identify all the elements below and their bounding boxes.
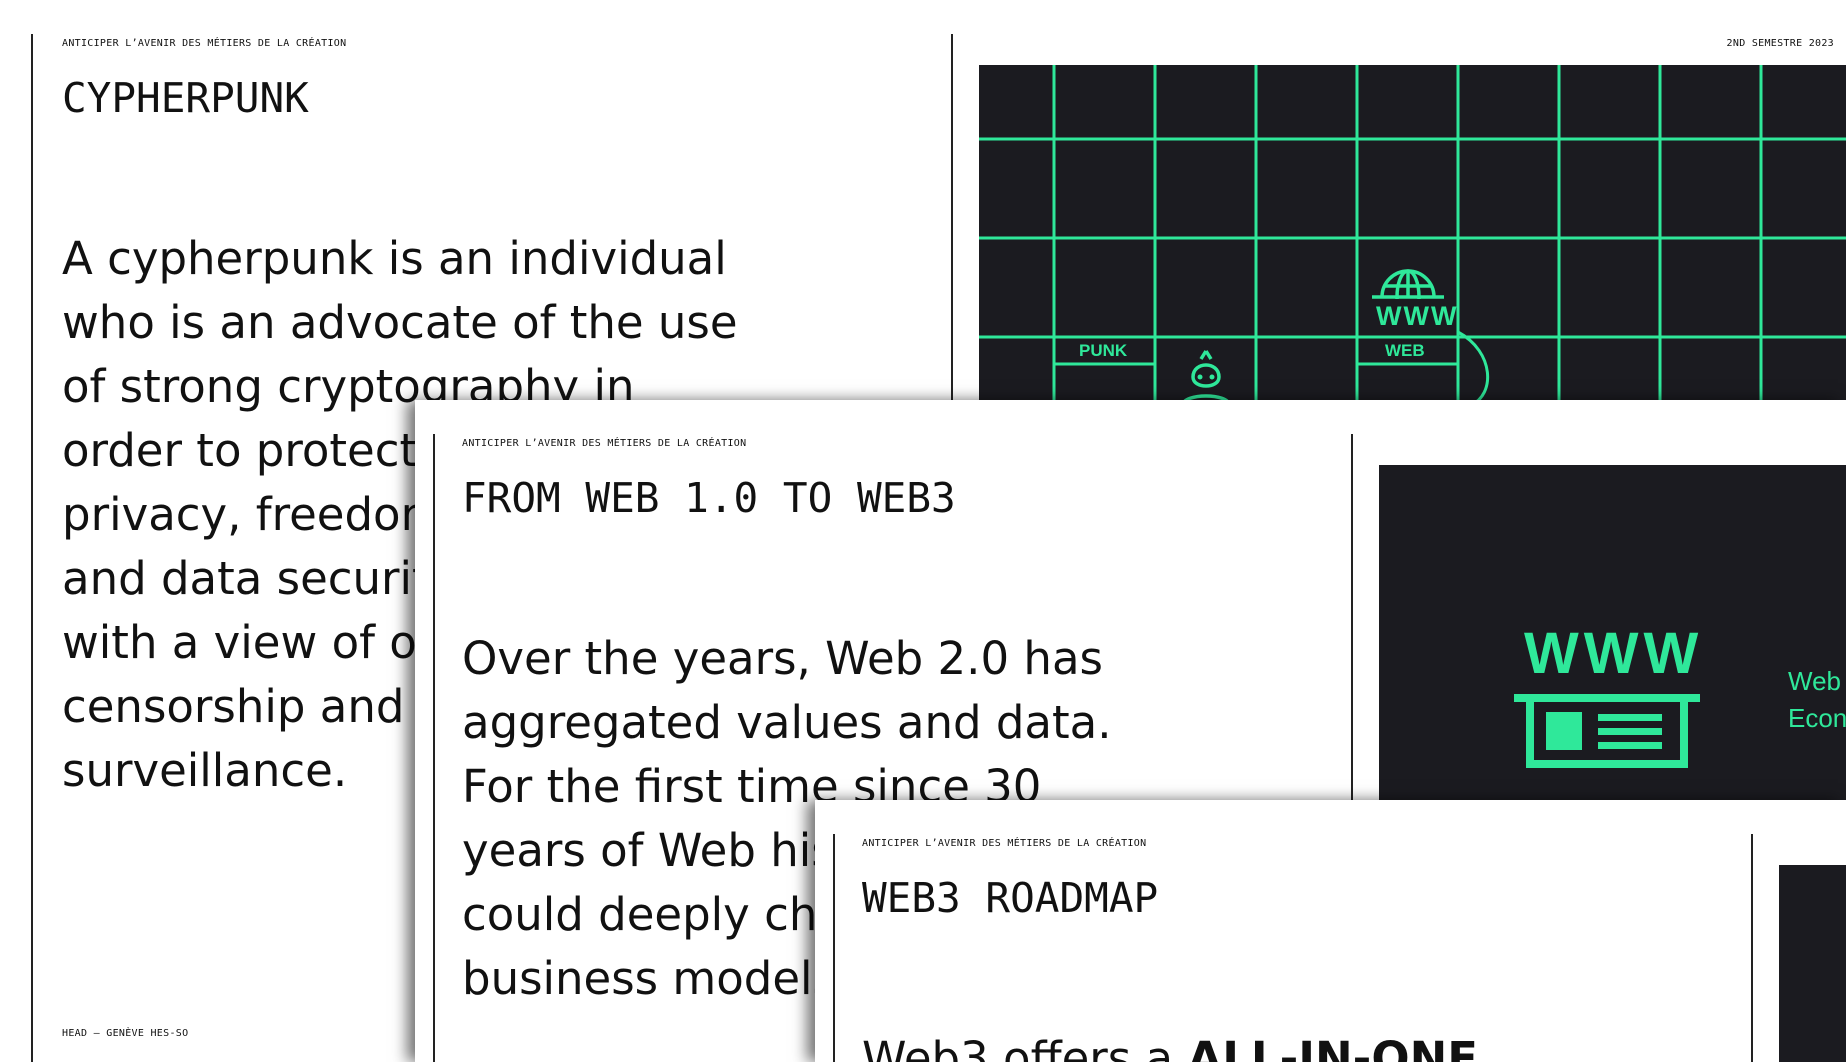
cypherpunk-illustration: WWW PUNK WEB — [979, 65, 1846, 405]
slide-left-rule — [31, 34, 33, 1062]
slide-title: FROM WEB 1.0 TO WEB3 — [462, 474, 956, 522]
caption-line: Econ — [1788, 703, 1846, 733]
web-illustration: WWW Web Econ — [1379, 465, 1846, 805]
slide-title: WEB3 ROADMAP — [862, 874, 1159, 922]
www-label: WWW — [1524, 621, 1704, 686]
slide-header-left: ANTICIPER L’AVENIR DES MÉTIERS DE LA CRÉ… — [462, 438, 747, 449]
globe-icon — [1372, 269, 1444, 299]
body-line: aggregated values and data. — [462, 696, 1112, 749]
slide-footer: HEAD – GENÈVE HES-SO — [62, 1028, 189, 1039]
slide-header-left: ANTICIPER L’AVENIR DES MÉTIERS DE LA CRÉ… — [862, 838, 1147, 849]
slide-header-left: ANTICIPER L’AVENIR DES MÉTIERS DE LA CRÉ… — [62, 38, 347, 49]
punk-label: PUNK — [1079, 341, 1128, 360]
body-text-normal: Web3 offers a — [862, 1032, 1188, 1062]
body-line: Over the years, Web 2.0 has — [462, 632, 1103, 685]
slide-web3-roadmap: ANTICIPER L’AVENIR DES MÉTIERS DE LA CRÉ… — [815, 800, 1846, 1062]
slide-center-rule — [1351, 434, 1353, 804]
slide-body: Web3 offers a ALL-IN-ONE — [862, 1027, 1478, 1062]
slide-title: CYPHERPUNK — [62, 74, 309, 122]
web-label: WEB — [1385, 341, 1425, 360]
web-economy-caption: Web Econ — [1788, 663, 1846, 737]
body-line: A cypherpunk is an individual — [62, 232, 727, 285]
slide-left-rule — [433, 434, 435, 1062]
caption-line: Web — [1788, 666, 1841, 696]
slide-left-rule — [833, 834, 835, 1062]
punk-avatar-icon — [1181, 350, 1231, 405]
body-text-bold: ALL-IN-ONE — [1187, 1032, 1478, 1062]
body-line: who is an advocate of the use — [62, 296, 738, 349]
computer-icon — [1514, 694, 1700, 768]
slide-header-right: 2ND SEMESTRE 2023 — [1726, 38, 1834, 49]
slide-center-rule — [951, 34, 953, 404]
roadmap-illustration — [1779, 865, 1846, 1062]
slide-center-rule — [1751, 834, 1753, 1062]
www-label: WWW — [1376, 301, 1459, 331]
